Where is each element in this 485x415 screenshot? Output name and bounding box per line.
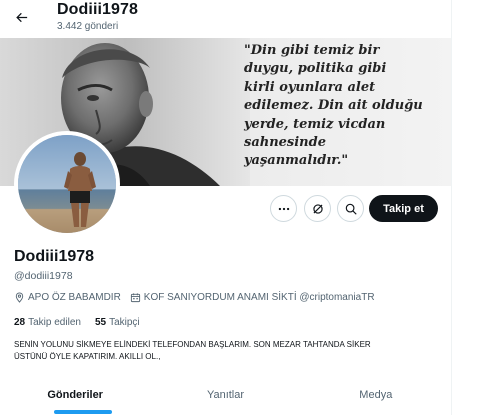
search-profile-button[interactable] [337,195,364,222]
calendar-icon [130,293,140,303]
tab-media[interactable]: Medya [301,378,451,415]
user-handle: @dodiii1978 [14,270,73,282]
tab-label: Medya [359,389,393,401]
more-dots-icon [278,207,289,210]
location-text: APO ÖZ BABAMDIR [28,292,121,303]
bio-line: SENİN YOLUNU SİKMEYE ELİNDEKİ TELEFONDAN… [14,340,371,349]
tab-label: Yanıtlar [206,389,245,401]
header-posts-count: 3.442 gönderi [57,21,119,32]
following-link[interactable]: 28 Takip edilen [14,317,81,328]
follow-button[interactable]: Takip et [369,195,438,222]
quote-line: edilemez. Din ait olduğu [244,98,423,114]
followers-count: 55 [94,317,107,328]
following-count: 28 [14,317,26,328]
profile-header-bar: Dodiii1978 3.442 gönderi [0,0,451,38]
quote-line: duygu, politika gibi [244,61,387,77]
website-item: KOF SANIYORDUM ANAMI SİKTİ @criptomaniaT… [130,292,375,303]
follow-stats: 28 Takip edilen 55 Takipçi [14,317,154,328]
active-tab-indicator [54,410,112,414]
quote-line: yaşanmalıdır." [244,153,349,169]
profile-page: Dodiii1978 3.442 gönderi "Din gibi temiz… [0,0,451,415]
avatar-photo [18,135,116,233]
followers-link[interactable]: 55 Takipçi [95,317,140,328]
more-options-button[interactable] [270,195,297,222]
location-item: APO ÖZ BABAMDIR [14,292,121,303]
quote-line: yerde, temiz vicdan [244,116,386,132]
profile-meta: APO ÖZ BABAMDIR KOF SANIYORDUM ANAMI SİK… [14,292,384,303]
quote-line: "Din gibi temiz bir [244,43,380,58]
followers-label: Takipçi [109,317,140,328]
header-display-name: Dodiii1978 [57,1,139,18]
following-label: Takip edilen [28,317,81,328]
search-icon [345,203,357,215]
back-button[interactable] [8,4,34,30]
avatar[interactable] [14,131,120,237]
location-pin-icon [15,292,24,303]
banner-quote: "Din gibi temiz bir duygu, politika gibi… [244,42,423,171]
bio-line: ÜSTÜNÜ ÖYLE KAPATIRIM. AKILLI OL., [14,351,161,361]
profile-bio: SENİN YOLUNU SİKMEYE ELİNDEKİ TELEFONDAN… [14,339,434,362]
quote-line: sahnesinde [244,135,326,151]
grok-button[interactable] [304,195,331,222]
grok-icon [312,203,323,214]
display-name: Dodiii1978 [14,248,95,265]
quote-line: kirli oyunlara alet [244,79,376,95]
tab-replies[interactable]: Yanıtlar [150,378,300,415]
column-divider [451,0,452,415]
website-text: KOF SANIYORDUM ANAMI SİKTİ @criptomaniaT… [143,292,375,303]
arrow-left-icon [15,12,27,22]
